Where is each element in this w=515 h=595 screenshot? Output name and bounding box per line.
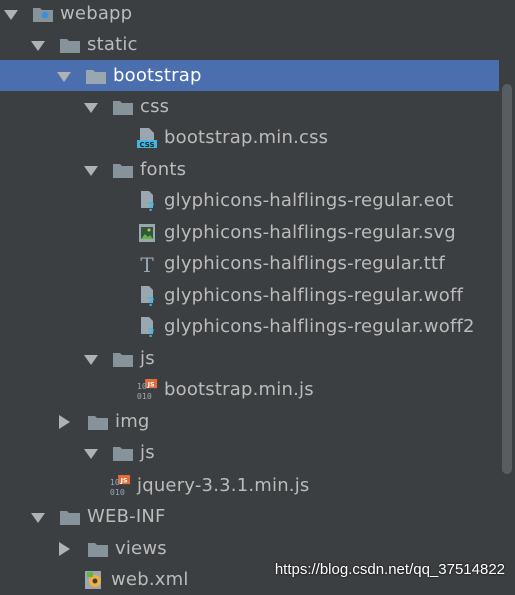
web-folder-icon: [32, 3, 54, 25]
tree-item-label: WEB-INF: [87, 506, 166, 527]
tree-item-jquery-min-js[interactable]: JS 10 010 jquery-3.3.1.min.js: [0, 470, 515, 501]
expand-arrow-icon[interactable]: [31, 40, 45, 51]
tree-item-bootstrap[interactable]: bootstrap: [0, 60, 515, 91]
svg-text:CSS: CSS: [139, 141, 154, 149]
collapse-arrow-icon[interactable]: [59, 541, 70, 556]
folder-icon: [59, 506, 81, 528]
svg-text:?: ?: [148, 295, 155, 307]
tree-item-label: js: [140, 348, 155, 369]
font-file-icon: T: [136, 253, 158, 275]
tree-item-js-sub[interactable]: js: [0, 343, 515, 374]
tree-item-fonts[interactable]: fonts: [0, 154, 515, 185]
tree-item-views[interactable]: views: [0, 533, 515, 564]
minified-js-file-icon: JS 10 010: [109, 474, 131, 497]
tree-item-bootstrap-min-css[interactable]: CSS bootstrap.min.css: [0, 122, 515, 153]
folder-icon: [87, 411, 109, 433]
tree-item-label: views: [115, 538, 167, 559]
svg-text:JS: JS: [147, 380, 155, 388]
tree-item-webapp[interactable]: webapp: [0, 0, 515, 29]
tree-item-label: glyphicons-halflings-regular.ttf: [164, 253, 445, 274]
watermark: https://blog.csdn.net/qq_37514822: [274, 561, 505, 578]
svg-text:?: ?: [148, 200, 155, 212]
tree-item-label: static: [87, 34, 138, 55]
tree-item-label: jquery-3.3.1.min.js: [137, 475, 310, 496]
tree-item-label: webapp: [60, 3, 133, 24]
tree-item-label: bootstrap: [113, 65, 202, 86]
unknown-file-icon: ?: [136, 285, 158, 307]
tree-item-label: glyphicons-halflings-regular.woff2: [164, 316, 475, 337]
xml-config-file-icon: [83, 569, 105, 591]
svg-text:010: 010: [137, 391, 152, 401]
svg-text:?: ?: [148, 326, 155, 338]
tree-item-label: bootstrap.min.css: [164, 127, 329, 148]
minified-js-file-icon: JS 10 010: [136, 378, 158, 401]
tree-item-bootstrap-min-js[interactable]: JS 10 010 bootstrap.min.js: [0, 374, 515, 405]
tree-item-label: glyphicons-halflings-regular.eot: [164, 190, 454, 211]
unknown-file-icon: ?: [136, 190, 158, 212]
tree-item-font-woff[interactable]: ? glyphicons-halflings-regular.woff: [0, 280, 515, 311]
folder-icon: [112, 159, 134, 181]
tree-item-label: css: [140, 96, 170, 117]
expand-arrow-icon[interactable]: [57, 71, 71, 82]
tree-item-static[interactable]: static: [0, 29, 515, 60]
image-file-icon: [136, 222, 158, 244]
tree-item-label: glyphicons-halflings-regular.woff: [164, 285, 464, 306]
tree-item-font-svg[interactable]: glyphicons-halflings-regular.svg: [0, 217, 515, 248]
folder-icon: [112, 442, 134, 464]
unknown-file-icon: ?: [136, 316, 158, 338]
expand-arrow-icon[interactable]: [4, 9, 18, 20]
svg-text:10: 10: [137, 381, 147, 391]
svg-text:010: 010: [110, 487, 125, 497]
expand-arrow-icon[interactable]: [84, 448, 98, 459]
expand-arrow-icon[interactable]: [84, 354, 98, 365]
expand-arrow-icon[interactable]: [31, 512, 45, 523]
collapse-arrow-icon[interactable]: [59, 414, 70, 429]
tree-item-css[interactable]: css: [0, 91, 515, 122]
scrollbar-thumb[interactable]: [502, 84, 512, 474]
tree-item-label: web.xml: [111, 569, 189, 590]
tree-item-js[interactable]: js: [0, 437, 515, 468]
tree-item-label: fonts: [140, 159, 187, 180]
tree-item-label: glyphicons-halflings-regular.svg: [164, 222, 456, 243]
vertical-scrollbar[interactable]: [499, 0, 515, 588]
tree-item-img[interactable]: img: [0, 406, 515, 437]
tree-item-font-ttf[interactable]: T glyphicons-halflings-regular.ttf: [0, 248, 515, 279]
folder-icon: [59, 34, 81, 56]
tree-item-font-woff2[interactable]: ? glyphicons-halflings-regular.woff2: [0, 311, 515, 342]
svg-text:JS: JS: [120, 476, 128, 484]
expand-arrow-icon[interactable]: [84, 165, 98, 176]
expand-arrow-icon[interactable]: [84, 102, 98, 113]
tree-item-label: bootstrap.min.js: [164, 379, 314, 400]
tree-item-web-inf[interactable]: WEB-INF: [0, 501, 515, 532]
folder-icon: [87, 538, 109, 560]
svg-text:T: T: [140, 253, 154, 275]
css-file-icon: CSS: [136, 127, 158, 149]
tree-item-font-eot[interactable]: ? glyphicons-halflings-regular.eot: [0, 185, 515, 216]
svg-text:10: 10: [110, 477, 120, 487]
folder-icon: [85, 65, 107, 87]
tree-item-label: img: [115, 411, 150, 432]
tree-item-label: js: [140, 442, 155, 463]
folder-icon: [112, 96, 134, 118]
folder-icon: [112, 348, 134, 370]
